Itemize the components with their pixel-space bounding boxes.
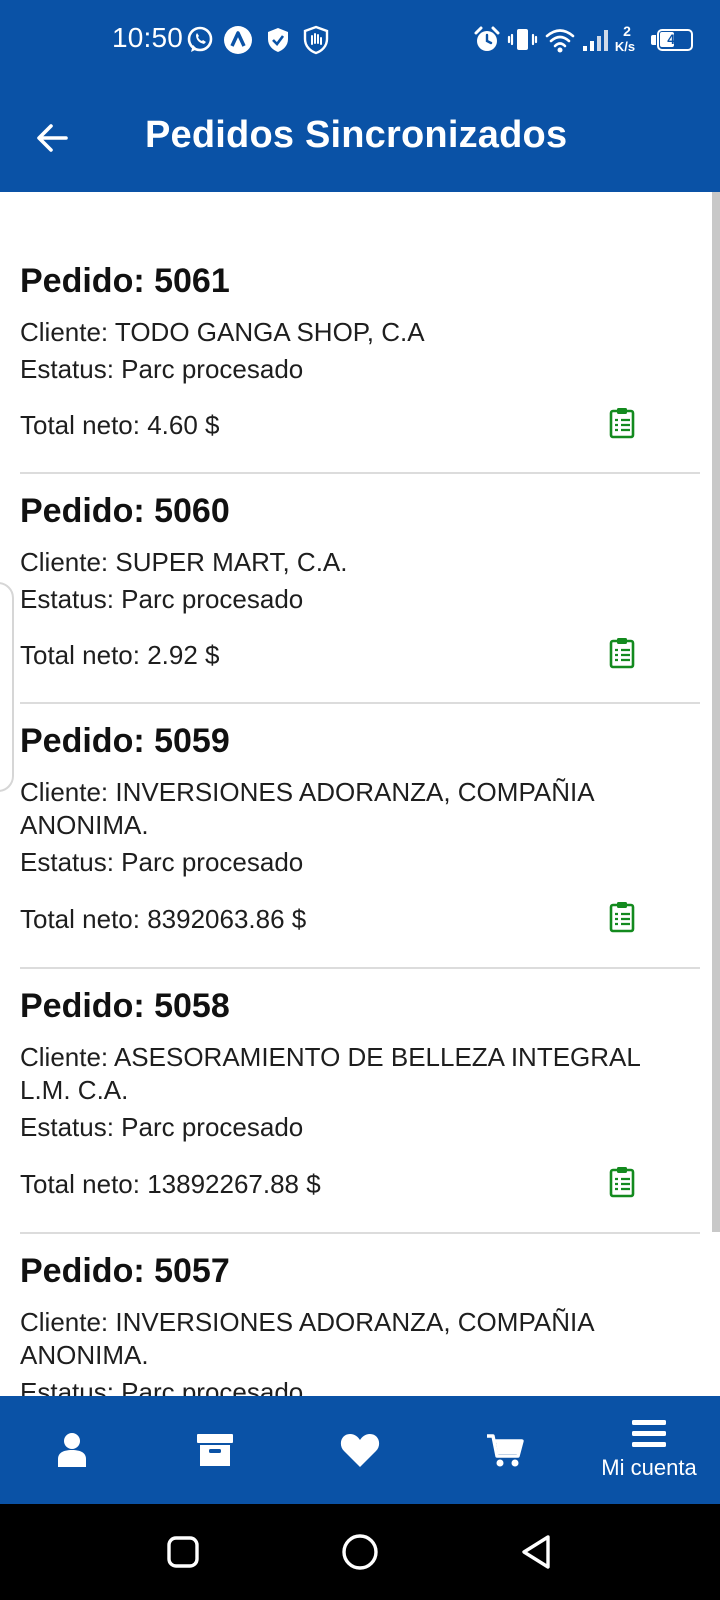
order-detail-button[interactable] [606,406,638,440]
order-card[interactable]: Pedido: 5061 Cliente: TODO GANGA SHOP, C… [20,262,700,474]
nav-catalog[interactable] [163,1396,267,1504]
scrollbar[interactable] [712,192,720,1232]
order-total: Total neto: 13892267.88 $ [20,1169,321,1199]
order-card[interactable]: Pedido: 5059 Cliente: INVERSIONES ADORAN… [20,722,700,969]
battery-level: 49 [667,31,683,47]
order-status: Estatus: Parc procesado [20,1112,304,1142]
clipboard-list-icon [609,902,635,933]
app-a-icon [222,24,254,56]
page-title: Pedidos Sincronizados [145,114,568,156]
order-client: Cliente: SUPER MART, C.A. [20,547,348,577]
order-card[interactable]: Pedido: 5057 Cliente: INVERSIONES ADORAN… [20,1252,700,1396]
alarm-icon [471,24,503,56]
order-status: Estatus: Parc procesado [20,584,304,614]
clipboard-list-icon [609,408,635,439]
cart-icon [487,1434,524,1467]
order-client: Cliente: TODO GANGA SHOP, C.A [20,317,425,347]
circle-icon [342,1534,378,1570]
shield-icon [262,24,294,56]
whatsapp-icon [184,24,216,56]
menu-icon [632,1420,666,1447]
order-client: Cliente: ASESORAMIENTO DE BELLEZA INTEGR… [20,1042,640,1105]
back-system-button[interactable] [506,1522,566,1582]
edge-panel-handle[interactable] [0,582,14,792]
order-detail-button[interactable] [606,1165,638,1199]
clipboard-list-icon [609,638,635,669]
back-button[interactable] [20,106,84,170]
network-speed-unit: K/s [614,39,636,54]
order-status: Estatus: Parc procesado [20,847,304,877]
order-client: Cliente: INVERSIONES ADORANZA, COMPAÑIA … [20,777,594,840]
order-number: Pedido: 5058 [20,987,230,1025]
status-time: 10:50 [112,22,184,53]
recents-button[interactable] [153,1522,213,1582]
heart-icon [340,1434,380,1467]
order-number: Pedido: 5059 [20,722,230,760]
order-total: Total neto: 4.60 $ [20,410,220,440]
battery-icon: 49 [657,29,693,51]
wifi-icon [544,24,576,56]
order-detail-button[interactable] [606,636,638,670]
order-total: Total neto: 2.92 $ [20,640,220,670]
bottom-navigation: Mi cuenta [0,1396,720,1504]
order-total: Total neto: 8392063.86 $ [20,904,307,934]
order-client: Cliente: INVERSIONES ADORANZA, COMPAÑIA … [20,1307,594,1370]
status-bar: 10:50 2 K/s 49 [0,0,720,80]
clipboard-list-icon [609,1167,635,1198]
system-navigation-bar [0,1504,720,1600]
order-card[interactable]: Pedido: 5060 Cliente: SUPER MART, C.A. E… [20,492,700,704]
order-card[interactable]: Pedido: 5058 Cliente: ASESORAMIENTO DE B… [20,987,700,1234]
nav-favorites[interactable] [308,1396,412,1504]
app-header: 10:50 2 K/s 49 Pedidos Sincronizados [0,0,720,192]
user-icon [58,1433,86,1467]
order-status: Estatus: Parc procesado [20,1377,304,1396]
order-status: Estatus: Parc procesado [20,354,304,384]
triangle-back-icon [522,1535,550,1569]
home-button[interactable] [330,1522,390,1582]
arrow-left-icon [37,124,68,152]
square-icon [167,1536,199,1568]
nav-my-account-label: Mi cuenta [601,1455,697,1480]
nav-cart[interactable] [453,1396,557,1504]
hand-shield-icon [300,24,332,56]
order-number: Pedido: 5060 [20,492,230,530]
network-speed-value: 2 [623,23,631,39]
archive-box-icon [197,1434,233,1466]
orders-list[interactable]: Pedido: 5061 Cliente: TODO GANGA SHOP, C… [0,192,712,1396]
vibrate-icon [506,24,538,56]
battery-nub [651,35,656,45]
order-detail-button[interactable] [606,900,638,934]
order-number: Pedido: 5061 [20,262,230,300]
nav-profile[interactable] [20,1396,124,1504]
nav-my-account[interactable]: Mi cuenta [584,1396,714,1504]
order-number: Pedido: 5057 [20,1252,230,1290]
